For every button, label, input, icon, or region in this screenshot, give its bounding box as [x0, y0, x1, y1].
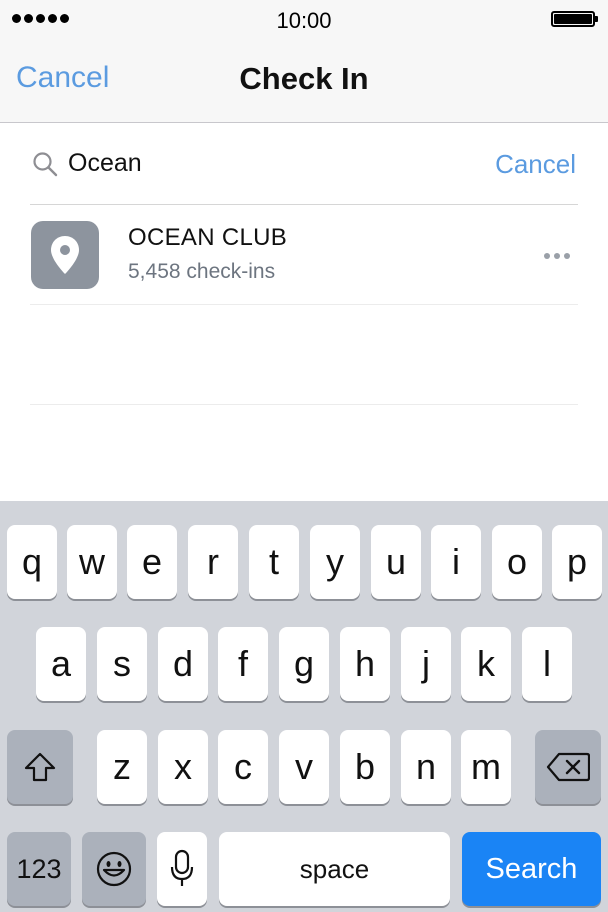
key-n[interactable]: n: [401, 730, 451, 804]
key-v[interactable]: v: [279, 730, 329, 804]
backspace-icon: [546, 752, 590, 782]
key-a[interactable]: a: [36, 627, 86, 701]
emoji-icon: [96, 851, 132, 887]
key-y[interactable]: y: [310, 525, 360, 599]
battery-icon: [551, 11, 598, 27]
key-l[interactable]: l: [522, 627, 572, 701]
divider: [30, 304, 578, 305]
list-item[interactable]: OCEAN CLUB 5,458 check-ins: [0, 205, 608, 304]
key-w[interactable]: w: [67, 525, 117, 599]
location-pin-icon: [51, 236, 79, 274]
space-key[interactable]: space: [219, 832, 450, 906]
shift-key[interactable]: [7, 730, 73, 804]
emoji-key[interactable]: [82, 832, 146, 906]
key-b[interactable]: b: [340, 730, 390, 804]
shift-icon: [24, 752, 56, 782]
navigation-bar: Cancel Check In: [0, 40, 608, 123]
status-bar: 10:00: [0, 0, 608, 40]
page-title: Check In: [239, 61, 369, 96]
key-m[interactable]: m: [461, 730, 511, 804]
place-name: OCEAN CLUB: [128, 224, 288, 251]
key-u[interactable]: u: [371, 525, 421, 599]
key-t[interactable]: t: [249, 525, 299, 599]
key-g[interactable]: g: [279, 627, 329, 701]
key-j[interactable]: j: [401, 627, 451, 701]
dictation-key[interactable]: [157, 832, 207, 906]
search-key[interactable]: Search: [462, 832, 601, 906]
key-o[interactable]: o: [492, 525, 542, 599]
place-thumbnail: [31, 221, 99, 289]
microphone-icon: [170, 849, 194, 886]
status-time: 10:00: [276, 8, 332, 33]
key-s[interactable]: s: [97, 627, 147, 701]
key-x[interactable]: x: [158, 730, 208, 804]
more-options-icon[interactable]: [544, 253, 570, 259]
check-in-screen: 10:00 Cancel Check In Cancel OCEAN CLUB …: [0, 0, 608, 912]
key-p[interactable]: p: [552, 525, 602, 599]
divider: [30, 404, 578, 405]
search-cancel-button[interactable]: Cancel: [495, 149, 576, 180]
key-r[interactable]: r: [188, 525, 238, 599]
key-i[interactable]: i: [431, 525, 481, 599]
search-bar: Cancel: [0, 123, 608, 205]
key-z[interactable]: z: [97, 730, 147, 804]
keyboard: q w e r t y u i o p a s d f g h j k l z …: [0, 501, 608, 912]
search-input[interactable]: [68, 145, 448, 181]
key-h[interactable]: h: [340, 627, 390, 701]
search-icon: [33, 152, 58, 177]
place-checkins: 5,458 check-ins: [128, 260, 276, 283]
key-e[interactable]: e: [127, 525, 177, 599]
backspace-key[interactable]: [535, 730, 601, 804]
key-d[interactable]: d: [158, 627, 208, 701]
key-c[interactable]: c: [218, 730, 268, 804]
numbers-key[interactable]: 123: [7, 832, 71, 906]
key-f[interactable]: f: [218, 627, 268, 701]
key-q[interactable]: q: [7, 525, 57, 599]
key-k[interactable]: k: [461, 627, 511, 701]
